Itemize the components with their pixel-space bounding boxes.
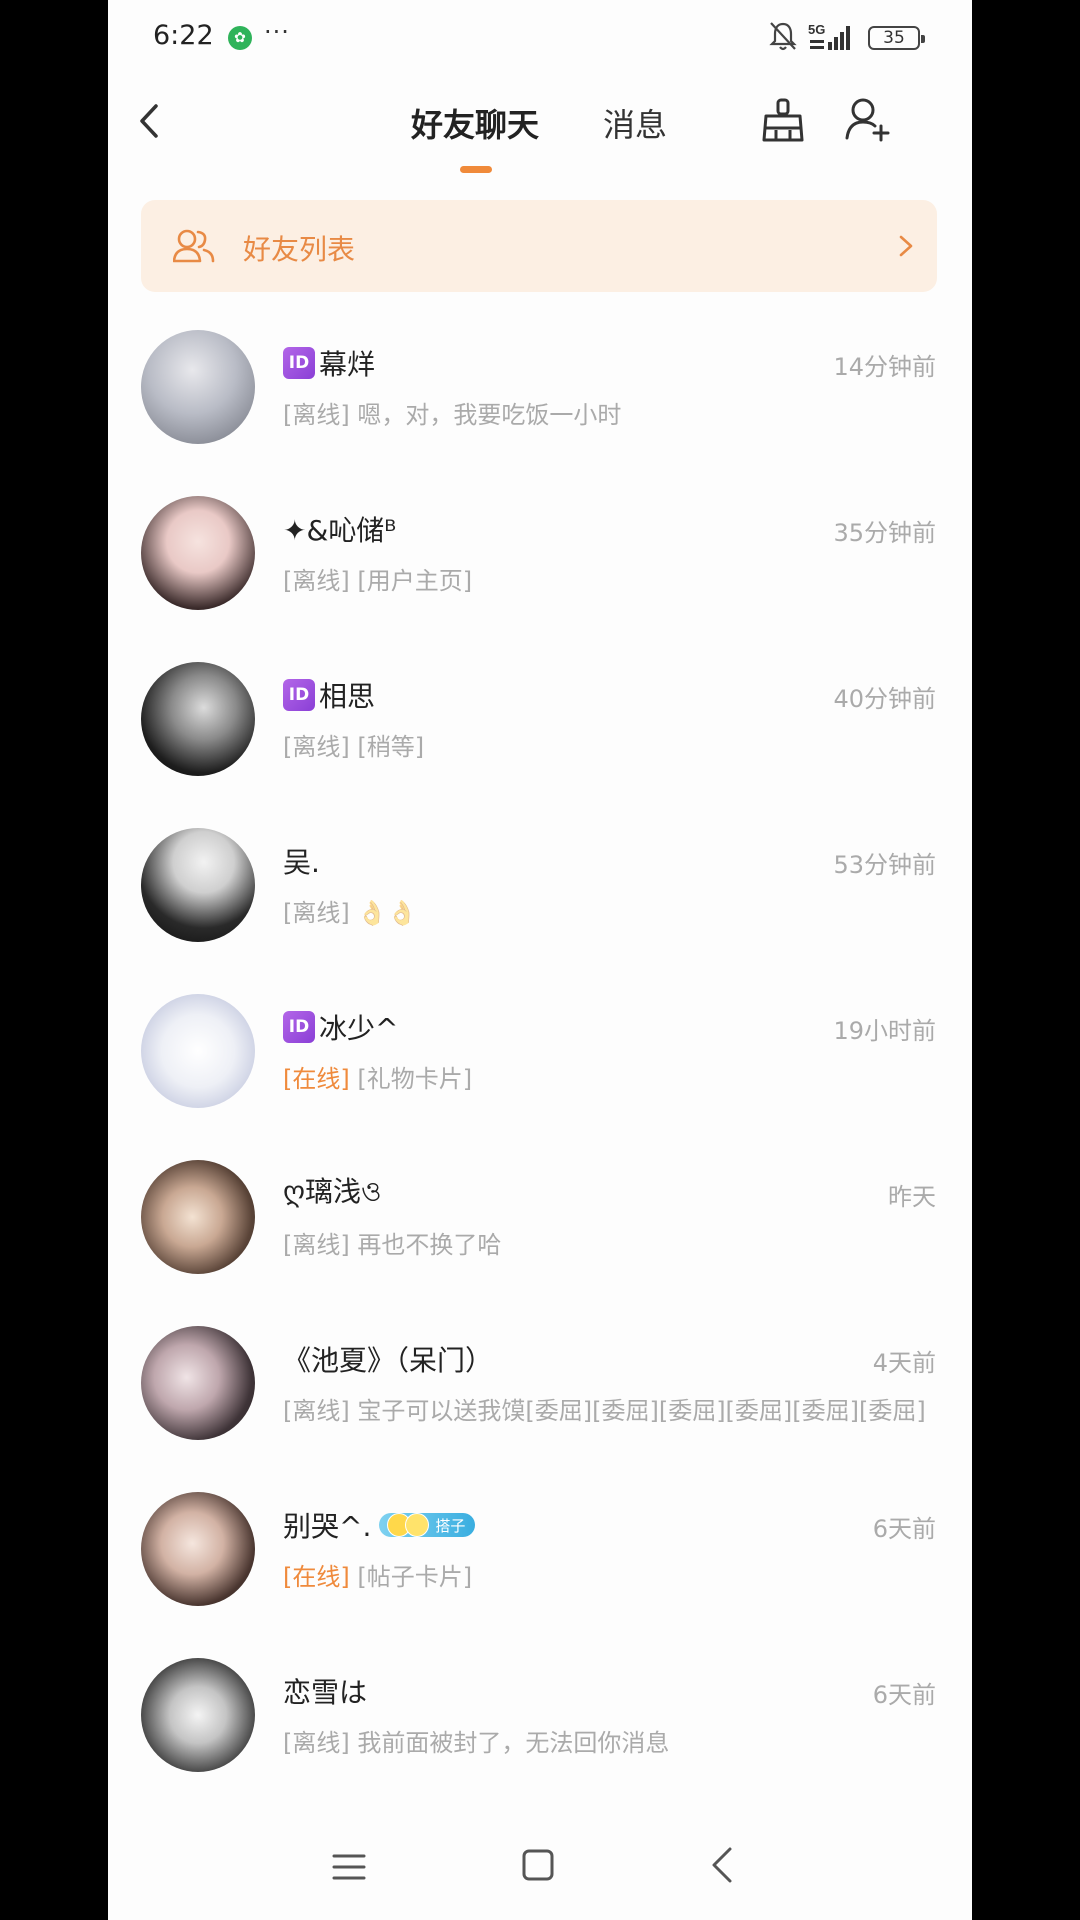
wechat-notification-icon: ✿ (228, 26, 252, 50)
online-status: [在线] (283, 1563, 350, 1591)
contact-name: 《池夏》（呆门） (283, 1344, 494, 1377)
battery-icon: 35 (868, 26, 925, 50)
contact-name: 相思 (319, 680, 376, 713)
last-message: 宝子可以送我馍[委屈][委屈][委屈][委屈][委屈][委屈] (357, 1397, 926, 1425)
chat-preview: [在线] [礼物卡片] (283, 1059, 933, 1094)
chat-item[interactable]: 《池夏》（呆门） 4天前 [离线] 宝子可以送我馍[委屈][委屈][委屈][委屈… (108, 1321, 972, 1487)
last-message: [用户主页] (357, 567, 473, 595)
avatar[interactable] (141, 1160, 255, 1274)
online-status: [离线] (283, 899, 350, 927)
friends-group-icon (173, 229, 215, 263)
online-status: [在线] (283, 1065, 350, 1093)
chat-item[interactable]: ღ璃浅ও 昨天 [离线] 再也不换了哈 (108, 1155, 972, 1321)
chat-time: 4天前 (872, 1349, 936, 1377)
chat-time: 14分钟前 (833, 353, 936, 381)
last-message: [稍等] (357, 733, 425, 761)
chat-preview: [离线] [用户主页] (283, 561, 933, 596)
nav-back-icon[interactable] (710, 1846, 734, 1884)
emoji-face-icon (405, 1513, 430, 1537)
last-message: [礼物卡片] (357, 1065, 473, 1093)
chat-list: ID 幕烊 14分钟前 [离线] 嗯，对，我要吃饭一小时 ✦&吣储ᴮ 35分钟前… (108, 325, 972, 1819)
contact-name: 别哭^. (283, 1510, 372, 1543)
chat-item[interactable]: ID 冰少^ 19小时前 [在线] [礼物卡片] (108, 989, 972, 1155)
contact-name: 冰少^ (319, 1012, 399, 1045)
chat-time: 昨天 (888, 1183, 936, 1211)
contact-name: ✦&吣储ᴮ (283, 514, 397, 547)
contact-name: 吴. (283, 846, 320, 879)
chat-item[interactable]: 别哭^. 搭子 6天前 [在线] [帖子卡片] (108, 1487, 972, 1653)
recent-apps-icon[interactable] (332, 1852, 366, 1882)
online-status: [离线] (283, 567, 350, 595)
chevron-right-icon (899, 235, 913, 257)
tab-indicator (460, 166, 492, 173)
status-bar: 6:22 ✿ ··· 5G 35 (108, 0, 972, 78)
contact-name: ღ璃浅ও (283, 1174, 382, 1208)
chat-time: 6天前 (872, 1515, 936, 1543)
id-badge-icon: ID (283, 1011, 315, 1043)
chat-preview: [离线] 宝子可以送我馍[委屈][委屈][委屈][委屈][委屈][委屈] (283, 1391, 933, 1426)
last-message: 再也不换了哈 (357, 1231, 502, 1259)
header: 好友聊天 消息 (108, 78, 972, 188)
last-message: 我前面被封了，无法回你消息 (357, 1729, 670, 1757)
online-status: [离线] (283, 1729, 350, 1757)
chat-preview: [离线] 👌👌 (283, 893, 933, 928)
last-message: 👌👌 (357, 899, 418, 927)
chat-preview: [离线] [稍等] (283, 727, 933, 762)
chat-preview: [离线] 我前面被封了，无法回你消息 (283, 1723, 933, 1758)
online-status: [离线] (283, 401, 350, 429)
avatar[interactable] (141, 330, 255, 444)
avatar[interactable] (141, 1492, 255, 1606)
avatar[interactable] (141, 994, 255, 1108)
more-notifications-icon: ··· (264, 18, 290, 46)
chat-item[interactable]: 恋雪は 6天前 [离线] 我前面被封了，无法回你消息 (108, 1653, 972, 1819)
id-badge-icon: ID (283, 347, 315, 379)
signal-icon: 5G (808, 22, 850, 50)
tab-friend-chat[interactable]: 好友聊天 (411, 100, 539, 146)
last-message: 嗯，对，我要吃饭一小时 (357, 401, 622, 429)
online-status: [离线] (283, 1397, 350, 1425)
avatar[interactable] (141, 828, 255, 942)
online-status: [离线] (283, 1231, 350, 1259)
chat-item[interactable]: 吴. 53分钟前 [离线] 👌👌 (108, 823, 972, 989)
avatar[interactable] (141, 496, 255, 610)
mute-bell-icon (769, 22, 797, 51)
online-status: [离线] (283, 733, 350, 761)
tab-messages[interactable]: 消息 (603, 100, 667, 146)
chat-preview: [离线] 嗯，对，我要吃饭一小时 (283, 395, 933, 430)
friends-list-banner[interactable]: 好友列表 (141, 200, 937, 292)
network-label: 5G (808, 22, 825, 37)
contact-name: 恋雪は (283, 1676, 368, 1709)
system-nav-bar (108, 1822, 972, 1920)
chat-time: 19小时前 (833, 1017, 936, 1045)
chat-time: 40分钟前 (833, 685, 936, 713)
last-message: [帖子卡片] (357, 1563, 473, 1591)
avatar[interactable] (141, 662, 255, 776)
avatar[interactable] (141, 1658, 255, 1772)
app-screen: 6:22 ✿ ··· 5G 35 好友聊天 消息 好友列表 ID 幕烊 14分钟… (108, 0, 972, 1920)
home-icon[interactable] (521, 1848, 555, 1882)
broom-clean-icon[interactable] (760, 96, 806, 146)
buddy-tag-label: 搭子 (435, 1516, 466, 1535)
chat-item[interactable]: ✦&吣储ᴮ 35分钟前 [离线] [用户主页] (108, 491, 972, 657)
buddy-tag-badge: 搭子 (379, 1513, 476, 1537)
friends-list-label: 好友列表 (243, 233, 356, 266)
chat-preview: [在线] [帖子卡片] (283, 1557, 933, 1592)
chat-preview: [离线] 再也不换了哈 (283, 1225, 933, 1260)
add-friend-icon[interactable] (845, 94, 891, 144)
chat-time: 6天前 (872, 1681, 936, 1709)
chat-time: 35分钟前 (833, 519, 936, 547)
back-arrow-icon[interactable] (128, 96, 172, 146)
avatar[interactable] (141, 1326, 255, 1440)
chat-item[interactable]: ID 幕烊 14分钟前 [离线] 嗯，对，我要吃饭一小时 (108, 325, 972, 491)
contact-name: 幕烊 (319, 348, 376, 381)
chat-item[interactable]: ID 相思 40分钟前 [离线] [稍等] (108, 657, 972, 823)
id-badge-icon: ID (283, 679, 315, 711)
chat-time: 53分钟前 (833, 851, 936, 879)
